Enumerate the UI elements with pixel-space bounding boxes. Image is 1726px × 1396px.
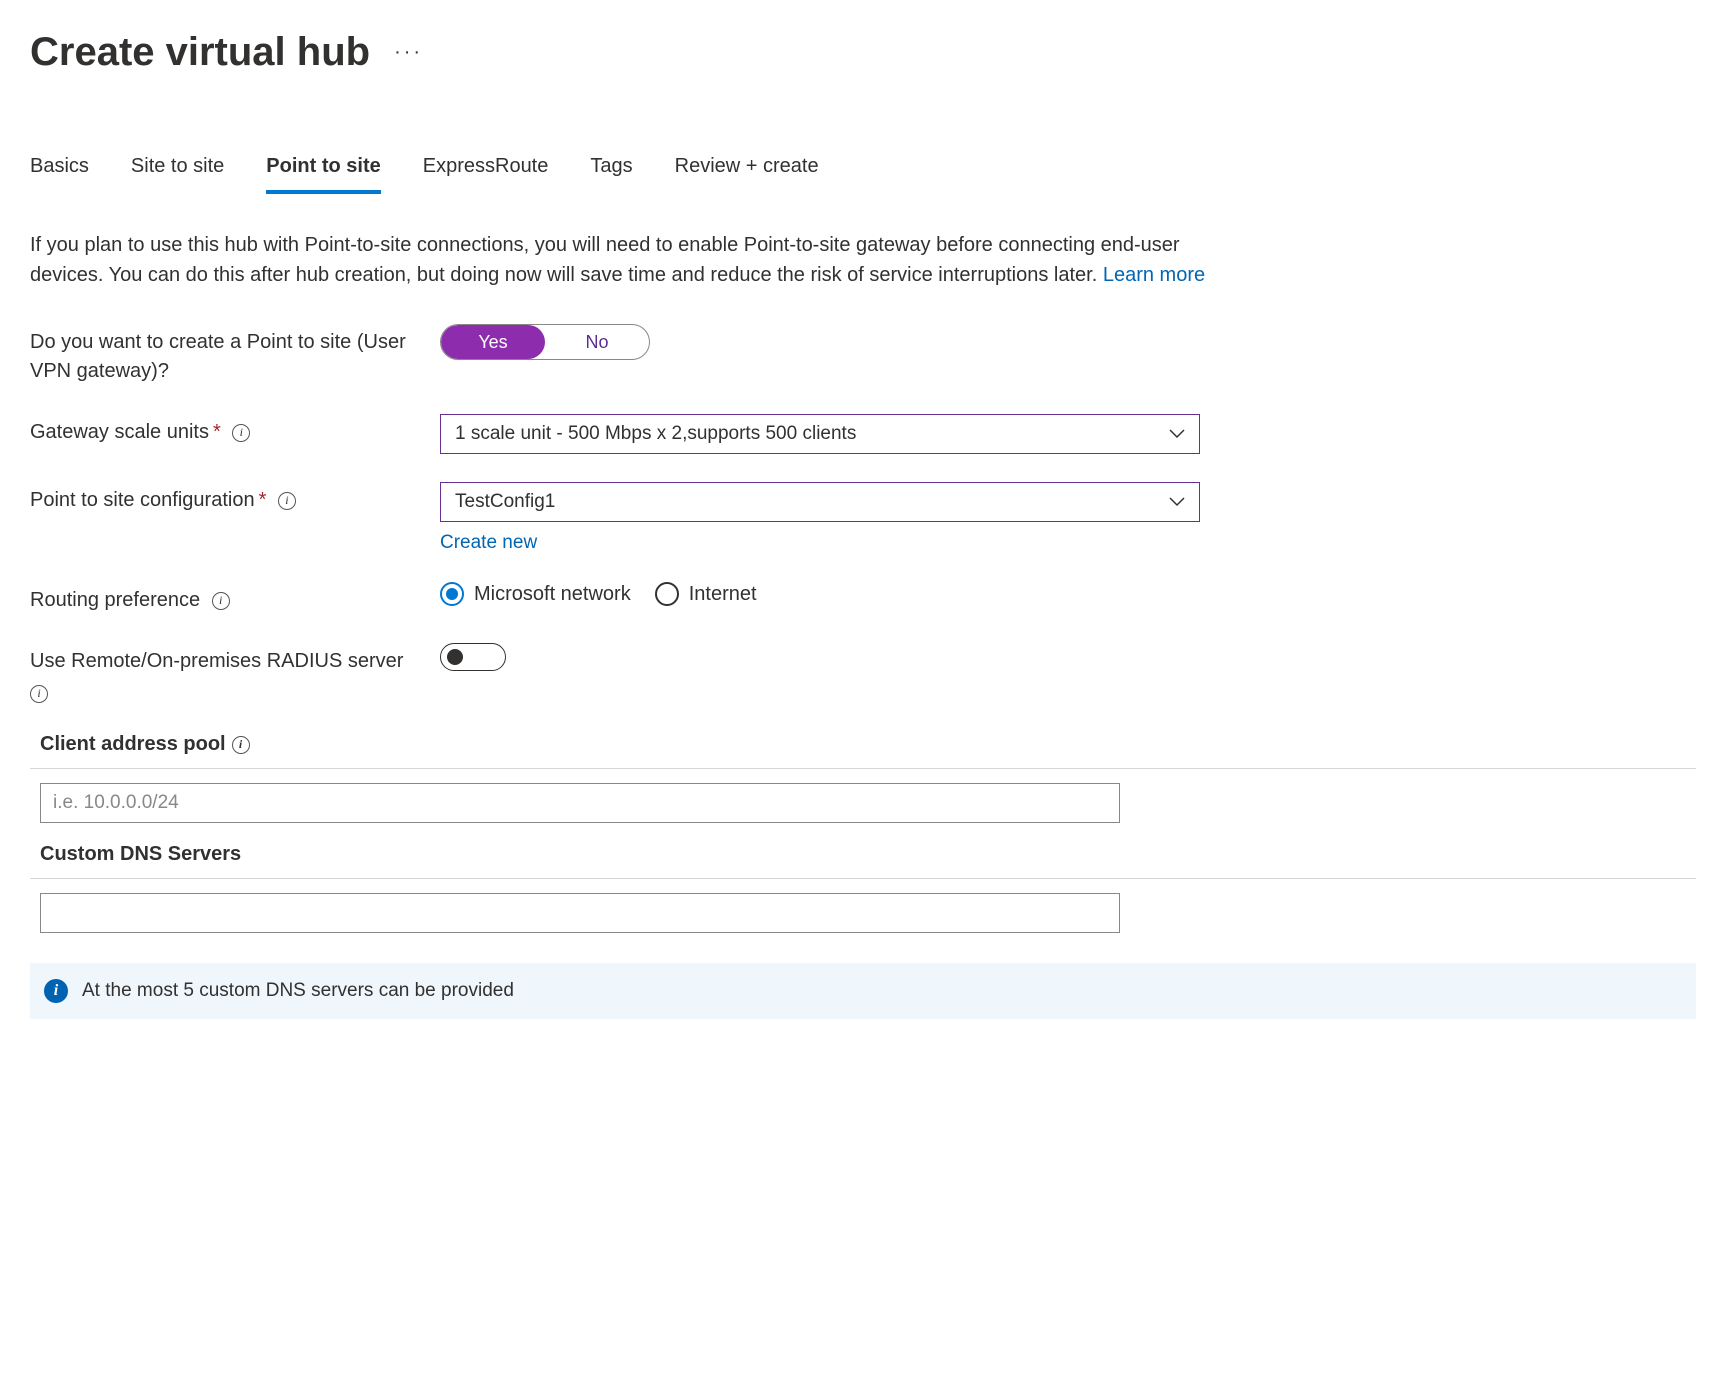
tab-tags[interactable]: Tags <box>590 155 632 194</box>
p2s-config-dropdown[interactable]: TestConfig1 <box>440 482 1200 522</box>
radius-toggle[interactable] <box>440 643 506 671</box>
info-bar-icon: i <box>44 979 68 1003</box>
info-bar: i At the most 5 custom DNS servers can b… <box>30 963 1696 1019</box>
toggle-no-option[interactable]: No <box>545 325 649 359</box>
tab-review-create[interactable]: Review + create <box>675 155 819 194</box>
routing-ms-network-radio[interactable]: Microsoft network <box>440 582 631 606</box>
routing-internet-radio[interactable]: Internet <box>655 582 757 606</box>
gateway-scale-dropdown[interactable]: 1 scale unit - 500 Mbps x 2,supports 500… <box>440 414 1200 454</box>
routing-ms-label: Microsoft network <box>474 583 631 606</box>
gateway-scale-label: Gateway scale units* i <box>30 414 440 447</box>
tab-expressroute[interactable]: ExpressRoute <box>423 155 549 194</box>
more-options-icon[interactable]: ··· <box>394 41 423 64</box>
divider <box>30 768 1696 769</box>
routing-internet-label: Internet <box>689 583 757 606</box>
p2s-config-label: Point to site configuration* i <box>30 482 440 515</box>
toggle-yes-option[interactable]: Yes <box>441 325 545 359</box>
toggle-knob-icon <box>447 649 463 665</box>
radio-checked-icon <box>440 582 464 606</box>
gateway-scale-value: 1 scale unit - 500 Mbps x 2,supports 500… <box>455 423 856 445</box>
info-icon[interactable]: i <box>232 736 250 754</box>
tab-site-to-site[interactable]: Site to site <box>131 155 224 194</box>
chevron-down-icon <box>1169 497 1185 507</box>
learn-more-link[interactable]: Learn more <box>1103 264 1205 286</box>
tab-basics[interactable]: Basics <box>30 155 89 194</box>
routing-pref-label: Routing preference i <box>30 582 440 615</box>
create-new-link[interactable]: Create new <box>440 532 537 554</box>
divider <box>30 878 1696 879</box>
create-p2s-toggle[interactable]: Yes No <box>440 324 650 360</box>
info-bar-message: At the most 5 custom DNS servers can be … <box>82 980 514 1002</box>
tab-point-to-site[interactable]: Point to site <box>266 155 380 194</box>
page-title: Create virtual hub <box>30 30 370 75</box>
info-icon[interactable]: i <box>30 685 48 703</box>
tab-bar: Basics Site to site Point to site Expres… <box>30 155 1696 194</box>
info-icon[interactable]: i <box>232 424 250 442</box>
description-text: If you plan to use this hub with Point-t… <box>30 230 1210 290</box>
create-p2s-label: Do you want to create a Point to site (U… <box>30 324 440 386</box>
chevron-down-icon <box>1169 429 1185 439</box>
p2s-config-value: TestConfig1 <box>455 491 555 513</box>
client-pool-header: Client address pool <box>40 733 226 756</box>
radio-unchecked-icon <box>655 582 679 606</box>
radius-label: Use Remote/On-premises RADIUS server i <box>30 643 440 705</box>
routing-pref-radio-group: Microsoft network Internet <box>440 582 1200 606</box>
custom-dns-input[interactable] <box>40 893 1120 933</box>
dns-servers-header: Custom DNS Servers <box>40 843 241 866</box>
client-address-pool-input[interactable] <box>40 783 1120 823</box>
description-body: If you plan to use this hub with Point-t… <box>30 234 1180 286</box>
info-icon[interactable]: i <box>278 492 296 510</box>
info-icon[interactable]: i <box>212 592 230 610</box>
